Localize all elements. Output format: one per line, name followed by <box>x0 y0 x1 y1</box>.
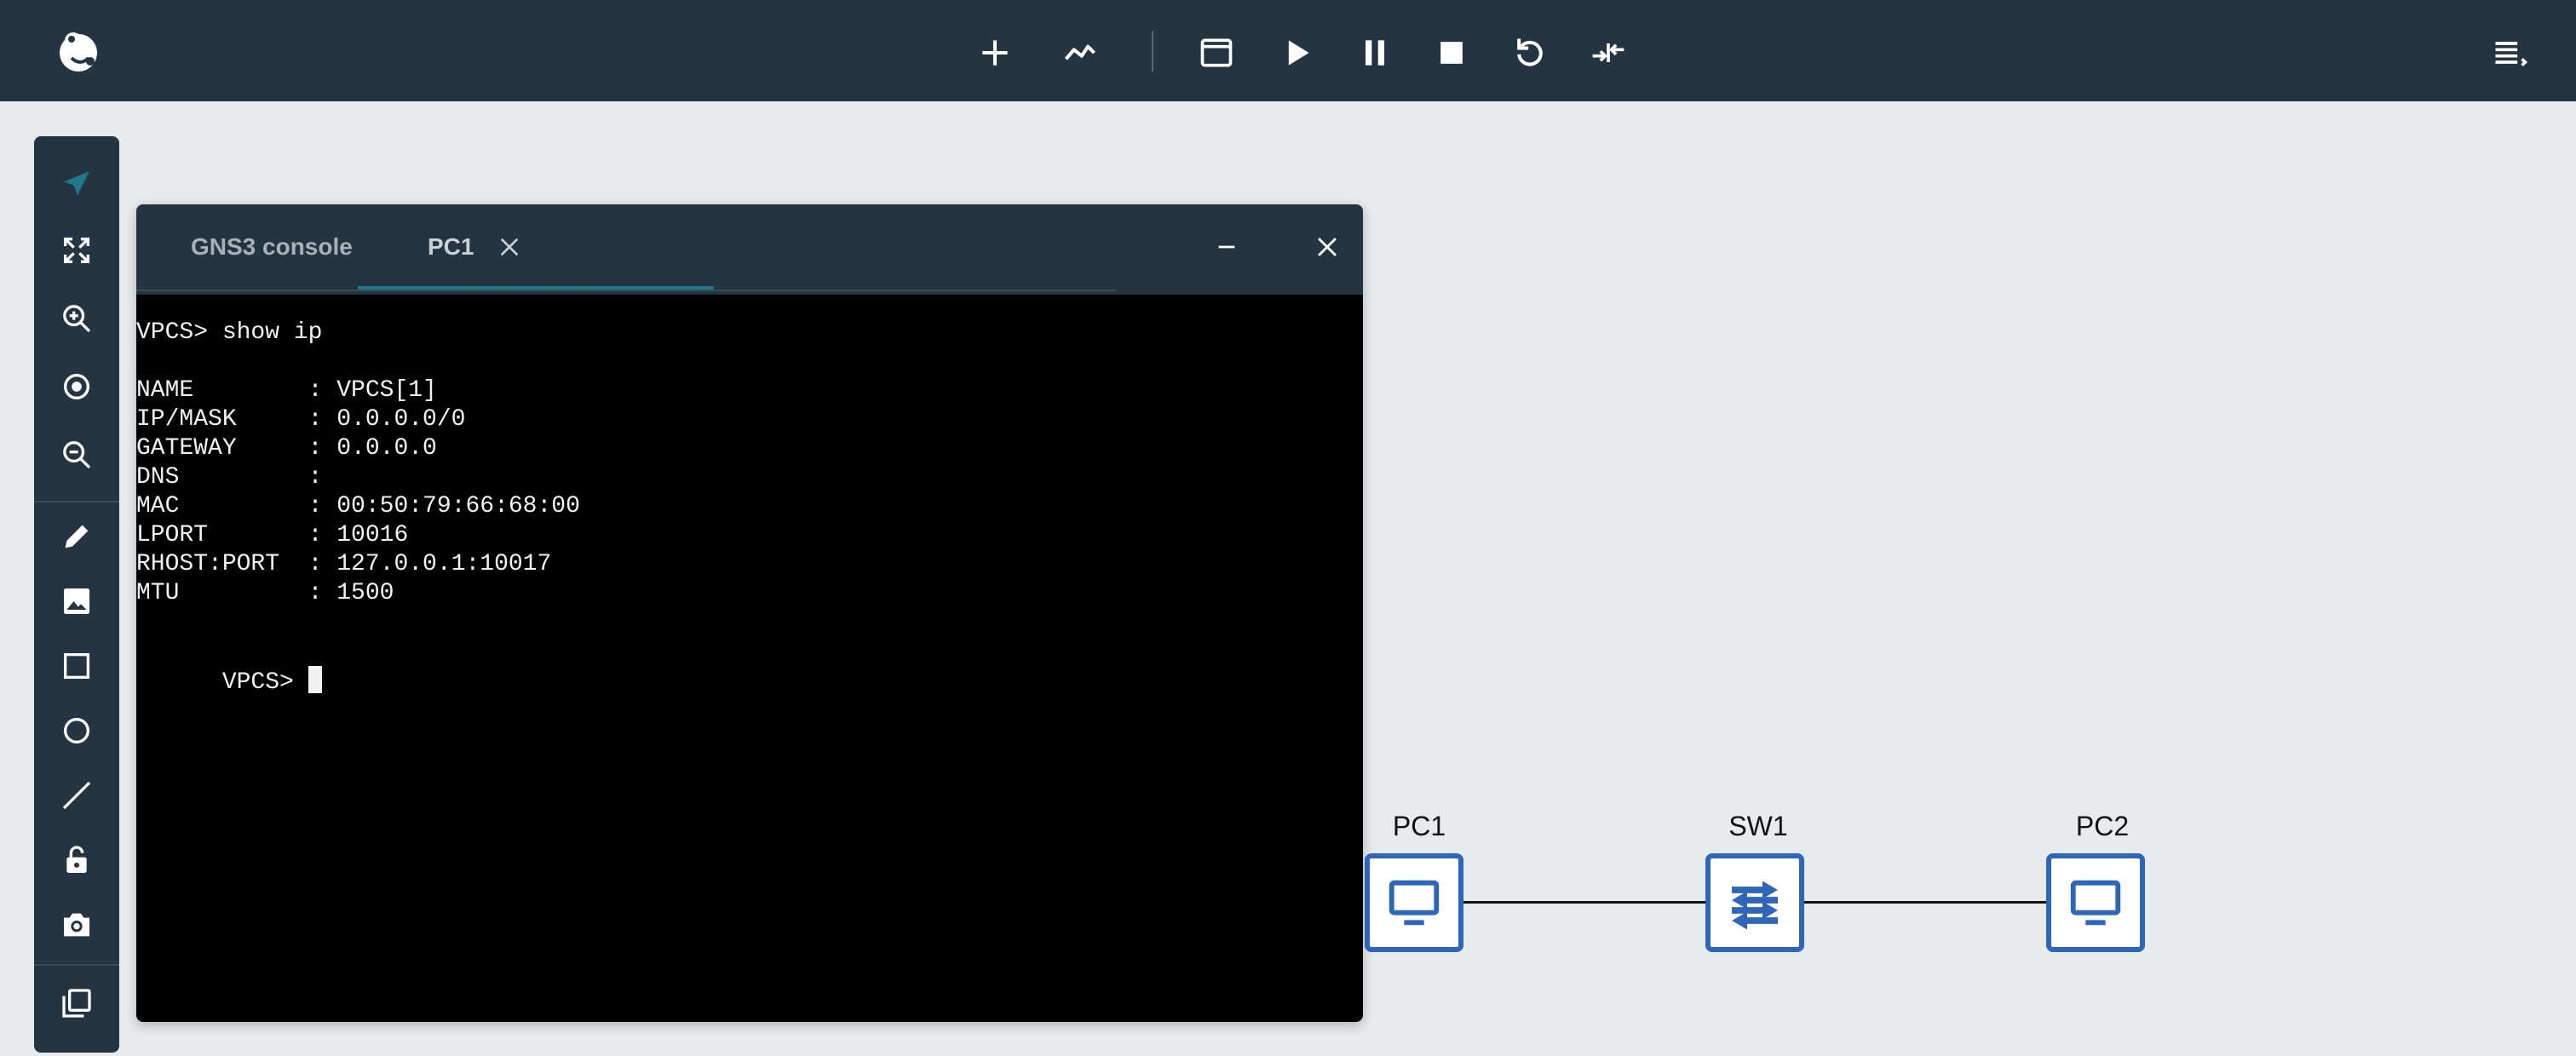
pencil-icon[interactable] <box>53 513 101 560</box>
terminal-line: RHOST:PORT : 127.0.0.1:10017 <box>136 551 552 577</box>
screenshot-camera-icon[interactable] <box>53 901 101 949</box>
line-icon[interactable] <box>53 772 101 819</box>
terminal-line: DNS : <box>136 464 323 491</box>
node-label-sw1: SW1 <box>1728 811 1788 841</box>
capture-icon[interactable] <box>1056 29 1104 77</box>
terminal-line: VPCS> show ip <box>136 319 323 346</box>
tab-label: GNS3 console <box>191 233 353 260</box>
tab-pc1[interactable]: PC1 <box>428 204 523 290</box>
terminal-line: LPORT : 10016 <box>136 522 409 548</box>
toolbar-separator <box>1152 31 1153 72</box>
console-window: GNS3 console PC1 VPCS> show ip NAME : VP… <box>136 204 1363 1022</box>
reload-icon[interactable] <box>1506 29 1554 77</box>
switch-icon <box>1732 881 1778 930</box>
close-tab-icon[interactable] <box>496 233 523 261</box>
toolbox-divider <box>34 501 119 502</box>
pause-icon[interactable] <box>1351 29 1399 77</box>
gns3-logo-icon[interactable] <box>53 24 104 78</box>
rectangle-icon[interactable] <box>53 642 101 690</box>
image-icon[interactable] <box>53 577 101 625</box>
terminal-line: MAC : 00:50:79:66:68:00 <box>136 493 580 519</box>
fit-screen-icon[interactable] <box>53 227 101 274</box>
terminal-line: MTU : 1500 <box>136 580 394 606</box>
stop-icon[interactable] <box>1428 29 1475 77</box>
zoom-in-icon[interactable] <box>53 295 101 342</box>
console-icon[interactable] <box>1193 29 1240 77</box>
minimize-icon[interactable] <box>1203 223 1251 271</box>
close-console-icon[interactable] <box>1303 223 1351 271</box>
terminal-prompt-line[interactable]: VPCS> <box>136 637 322 726</box>
terminal-line: GATEWAY : 0.0.0.0 <box>136 435 437 462</box>
start-icon[interactable] <box>1273 29 1320 77</box>
add-node-icon[interactable] <box>971 29 1019 77</box>
toolbox-divider <box>34 964 119 966</box>
node-pc2[interactable] <box>2046 853 2145 952</box>
node-label-pc2: PC2 <box>2075 811 2130 841</box>
node-pc1[interactable] <box>1365 853 1463 952</box>
node-label-pc1: PC1 <box>1392 811 1446 841</box>
terminal-line: NAME : VPCS[1] <box>136 377 437 404</box>
link-pc1-sw1[interactable] <box>1463 901 1705 904</box>
terminal-line: IP/MASK : 0.0.0.0/0 <box>136 406 466 433</box>
computer-icon <box>1389 880 1440 926</box>
lock-icon[interactable] <box>53 836 101 884</box>
ellipse-icon[interactable] <box>53 707 101 755</box>
menu-icon[interactable] <box>2486 29 2533 77</box>
topology-summary-icon[interactable] <box>53 979 101 1027</box>
compress-icon[interactable] <box>1584 29 1632 77</box>
terminal-output[interactable]: VPCS> show ip NAME : VPCS[1] IP/MASK : 0… <box>136 295 1363 1022</box>
computer-icon <box>2070 880 2121 926</box>
link-sw1-pc2[interactable] <box>1804 901 2046 904</box>
tab-divider <box>136 290 1116 291</box>
left-toolbox <box>34 136 119 1053</box>
reset-zoom-icon[interactable] <box>53 363 101 410</box>
terminal-cursor <box>308 666 322 693</box>
select-pointer-icon[interactable] <box>53 160 101 208</box>
console-header: GNS3 console PC1 <box>136 204 1363 295</box>
top-toolbar <box>0 0 2576 101</box>
zoom-out-icon[interactable] <box>53 431 101 479</box>
terminal-prompt: VPCS> <box>221 669 308 696</box>
tab-label: PC1 <box>428 233 474 260</box>
tab-gns3-console[interactable]: GNS3 console <box>191 204 353 290</box>
node-sw1[interactable] <box>1705 853 1804 952</box>
